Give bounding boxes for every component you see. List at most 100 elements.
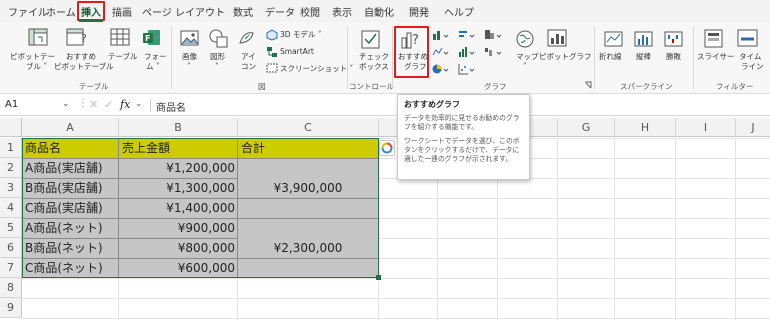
sparkline-column-label[interactable]: 縦棒 (636, 51, 651, 62)
column-header-c[interactable]: C (238, 118, 379, 137)
row-header-8[interactable]: 8 (0, 278, 22, 298)
sparkline-column-icon[interactable] (634, 31, 654, 49)
menu-review[interactable]: 校閲 (300, 4, 320, 19)
map-label-2[interactable]: ˅ (523, 61, 527, 72)
cell-c1[interactable]: 合計 (241, 138, 265, 158)
cell-a7[interactable]: C商品(ネット) (25, 258, 103, 278)
sparkline-winloss-icon[interactable] (664, 31, 684, 49)
forms-icon[interactable]: F (142, 28, 162, 48)
icons-label-2[interactable]: コン (241, 61, 256, 72)
menu-page-layout[interactable]: ページ レイアウト (142, 4, 225, 19)
chart-dialog-launcher-icon[interactable] (584, 81, 592, 89)
menu-developer[interactable]: 開発 (409, 4, 429, 19)
hierarchy-chart-dropdown-icon[interactable] (484, 29, 504, 41)
row-header-4[interactable]: 4 (0, 198, 22, 218)
cell-a4[interactable]: C商品(実店舗) (25, 198, 103, 218)
more-icon[interactable]: ⋮ (78, 98, 88, 109)
row-header-9[interactable]: 9 (0, 298, 22, 318)
select-all-corner[interactable] (0, 118, 22, 137)
slicer-icon[interactable] (704, 29, 724, 49)
image-icon[interactable] (180, 30, 200, 48)
image-label-2[interactable]: ˅ (187, 61, 191, 72)
sparkline-line-label[interactable]: 折れ線 (599, 51, 622, 62)
menu-data[interactable]: データ (265, 4, 295, 19)
menu-automate[interactable]: 自動化 (364, 4, 394, 19)
cell-c5-merged[interactable]: ¥2,300,000 (238, 238, 378, 258)
name-box-dropdown-icon[interactable]: ⌄ (62, 99, 70, 109)
3d-model-label[interactable]: 3D モデル ˅ (280, 29, 322, 40)
cell-b7[interactable]: ¥600,000 (119, 258, 235, 278)
pivot-table-icon[interactable] (28, 28, 50, 48)
icons-icon[interactable] (237, 29, 257, 49)
cell-a5[interactable]: A商品(ネット) (25, 218, 103, 238)
row-header-7[interactable]: 7 (0, 258, 22, 278)
smartart-label[interactable]: SmartArt (280, 46, 314, 57)
cell-b1[interactable]: 売上金額 (122, 138, 170, 158)
menu-formulas[interactable]: 数式 (233, 4, 253, 19)
timeline-icon[interactable] (737, 29, 759, 49)
pivot-table-label-2[interactable]: ブル ˅ (26, 61, 47, 72)
pivot-chart-label[interactable]: ピボットグラフ (539, 51, 592, 62)
table-icon[interactable] (110, 28, 130, 48)
timeline-label-2[interactable]: ライン (741, 61, 764, 72)
function-dropdown-icon[interactable]: ⌄ (135, 99, 143, 109)
cell-b4[interactable]: ¥1,400,000 (119, 198, 235, 218)
quick-analysis-button[interactable] (379, 140, 395, 156)
shapes-label-2[interactable]: ˅ (215, 61, 219, 72)
column-header-a[interactable]: A (22, 118, 119, 137)
pivot-chart-icon[interactable] (547, 29, 569, 49)
menu-view[interactable]: 表示 (332, 4, 352, 19)
fill-handle[interactable] (376, 275, 381, 280)
forms-label-2[interactable]: ム ˅ (146, 61, 160, 72)
cell-a3[interactable]: B商品(実店舗) (25, 178, 103, 198)
column-header-i[interactable]: I (676, 118, 736, 137)
insert-function-icon[interactable]: fx (120, 98, 130, 111)
table-label[interactable]: テーブル (108, 51, 138, 62)
cell-b3[interactable]: ¥1,300,000 (119, 178, 235, 198)
screenshot-label[interactable]: スクリーンショット ˅ (280, 63, 353, 74)
slicer-label[interactable]: スライサー (697, 51, 735, 62)
row-header-1[interactable]: 1 (0, 138, 22, 158)
recommended-pivot-icon[interactable]: ? (66, 28, 90, 48)
cell-b5[interactable]: ¥900,000 (119, 218, 235, 238)
menu-home[interactable]: ホーム (46, 4, 76, 19)
pie-chart-dropdown-icon[interactable] (432, 63, 452, 75)
column-header-b[interactable]: B (119, 118, 238, 137)
cancel-icon[interactable]: ✕ (89, 98, 98, 111)
row-header-3[interactable]: 3 (0, 178, 22, 198)
scatter-chart-dropdown-icon[interactable] (458, 63, 478, 75)
sparkline-line-icon[interactable] (604, 31, 624, 49)
row-header-5[interactable]: 5 (0, 218, 22, 238)
map-label-1[interactable]: マップ (516, 51, 539, 62)
3d-model-icon[interactable] (266, 29, 278, 41)
waterfall-chart-dropdown-icon[interactable] (484, 46, 504, 58)
row-header-2[interactable]: 2 (0, 158, 22, 178)
cell-a6[interactable]: B商品(ネット) (25, 238, 103, 258)
sparkline-winloss-label[interactable]: 勝敗 (666, 51, 681, 62)
column-header-j[interactable]: J (736, 118, 770, 137)
line-chart-dropdown-icon[interactable] (432, 46, 452, 58)
cell-a2[interactable]: A商品(実店舗) (25, 158, 103, 178)
menu-help[interactable]: ヘルプ (444, 4, 474, 19)
checkbox-icon[interactable] (361, 30, 381, 50)
checkbox-label-2[interactable]: ボックス (359, 61, 389, 72)
recommended-pivot-label-2[interactable]: ピボットテーブル (54, 61, 114, 72)
column-header-g[interactable]: G (558, 118, 615, 137)
cell-a1[interactable]: 商品名 (25, 138, 61, 158)
formula-content[interactable]: 商品名 (156, 99, 186, 114)
menu-draw[interactable]: 描画 (112, 4, 132, 19)
name-box[interactable]: A1 (5, 99, 18, 110)
row-header-6[interactable]: 6 (0, 238, 22, 258)
enter-icon[interactable]: ✓ (104, 98, 113, 111)
cell-b2[interactable]: ¥1,200,000 (119, 158, 235, 178)
column-chart-dropdown-icon[interactable] (432, 29, 452, 41)
screenshot-icon[interactable] (266, 62, 278, 74)
cell-b6[interactable]: ¥800,000 (119, 238, 235, 258)
map-chart-icon[interactable] (515, 29, 535, 49)
statistic-chart-dropdown-icon[interactable] (458, 46, 478, 58)
column-header-h[interactable]: H (615, 118, 676, 137)
menu-file[interactable]: ファイル (8, 4, 48, 19)
bar-chart-dropdown-icon[interactable] (458, 29, 478, 41)
cell-c2-merged[interactable]: ¥3,900,000 (238, 178, 378, 198)
shapes-icon[interactable] (209, 29, 229, 49)
